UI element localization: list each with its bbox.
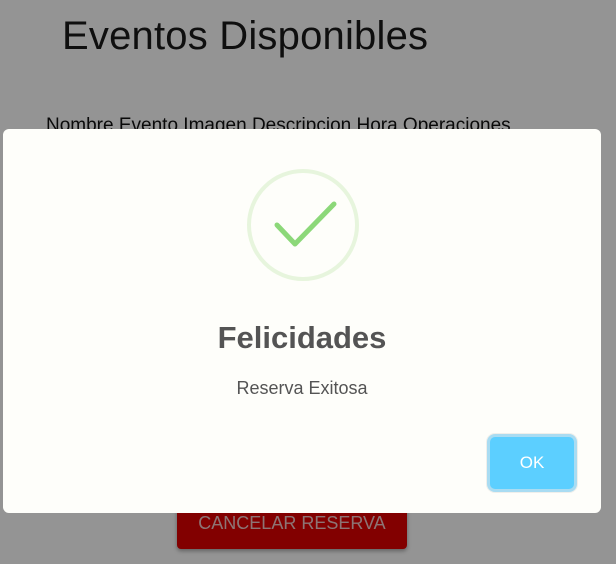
success-check-icon (247, 169, 359, 281)
dialog-title: Felicidades (217, 320, 387, 355)
success-dialog: Felicidades Reserva Exitosa OK (3, 129, 601, 513)
dialog-message: Reserva Exitosa (236, 378, 368, 398)
ok-button[interactable]: OK (490, 437, 574, 489)
